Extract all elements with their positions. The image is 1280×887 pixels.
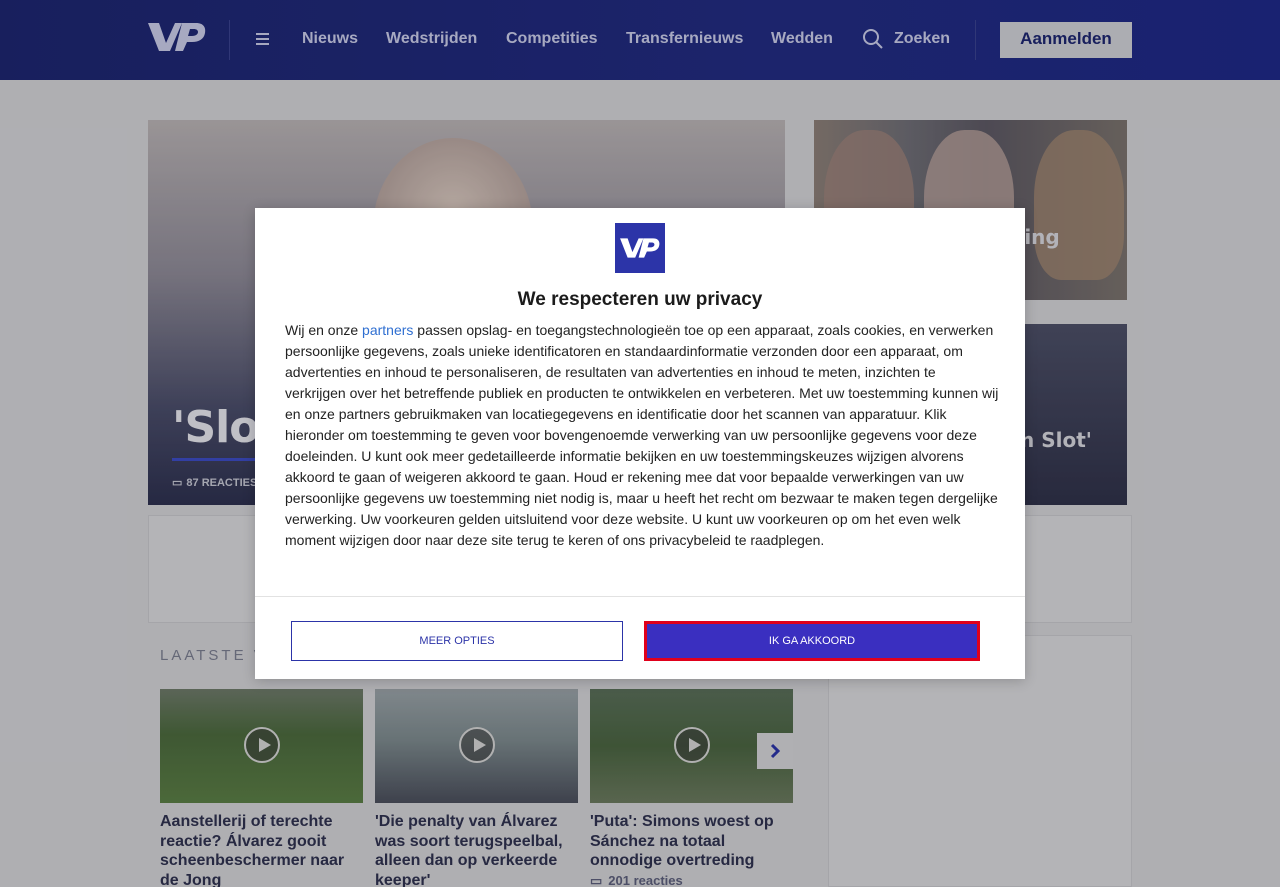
privacy-consent-dialog: We respecteren uw privacy Wij en onze pa…	[255, 208, 1025, 679]
dialog-logo	[615, 223, 665, 273]
body-text-start: Wij en onze	[285, 322, 363, 338]
agree-button[interactable]: IK GA AKKOORD	[644, 621, 980, 661]
dialog-body-text: Wij en onze partners passen opslag- en t…	[285, 320, 1000, 551]
dialog-footer: MEER OPTIES IK GA AKKOORD	[255, 596, 1025, 679]
partners-link[interactable]: partners	[362, 322, 413, 338]
body-text-rest: passen opslag- en toegangstechnologieën …	[285, 322, 999, 548]
dialog-title: We respecteren uw privacy	[517, 289, 763, 310]
more-options-button[interactable]: MEER OPTIES	[291, 621, 623, 661]
